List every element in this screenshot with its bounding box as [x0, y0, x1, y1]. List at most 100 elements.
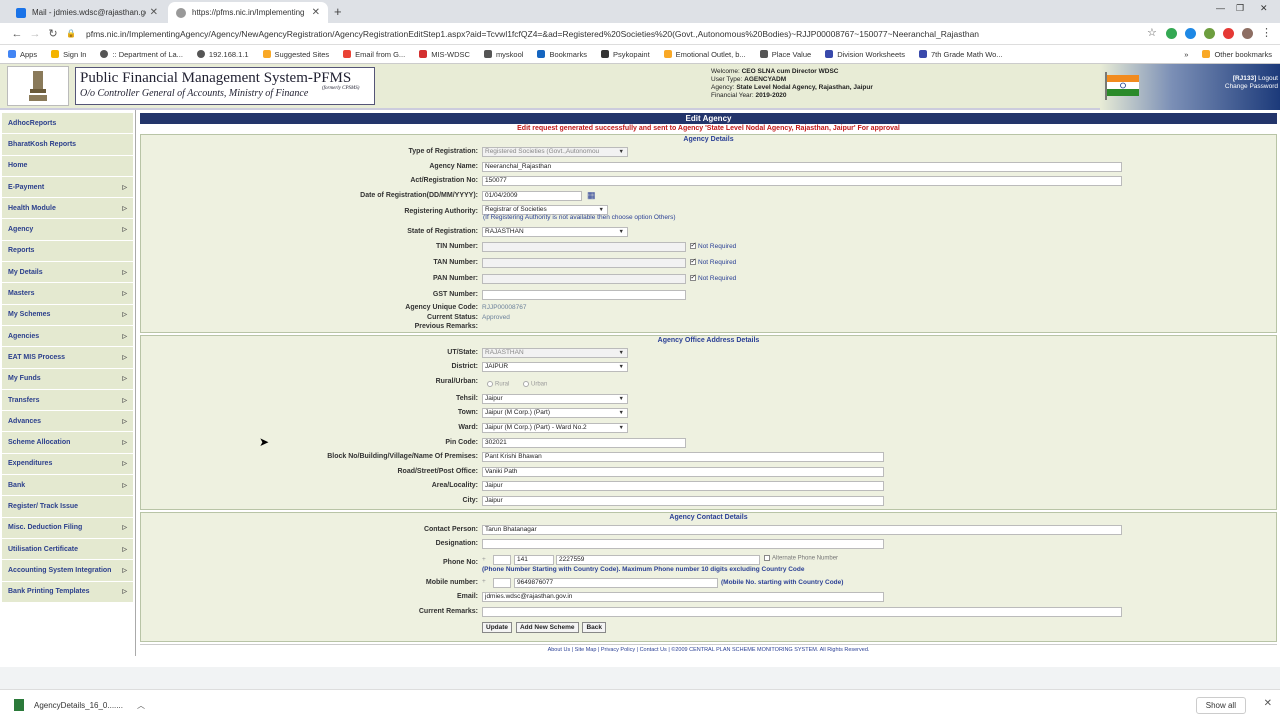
back-icon[interactable]: ← — [8, 28, 26, 40]
extension-icon[interactable] — [1166, 28, 1177, 39]
sidebar-item-my-funds[interactable]: My Funds ▷ — [2, 368, 133, 390]
sidebar-item-bank-printing-templates[interactable]: Bank Printing Templates ▷ — [2, 581, 133, 603]
change-password-link[interactable]: Change Password — [1225, 83, 1278, 90]
agency-name-input[interactable]: Neeranchal_Rajasthan — [482, 161, 1122, 172]
sidebar-item-health-module[interactable]: Health Module ▷ — [2, 198, 133, 220]
tan-input[interactable] — [482, 257, 686, 268]
city-input[interactable]: Jaipur — [482, 495, 884, 506]
menu-icon[interactable]: ⋮ — [1261, 28, 1272, 39]
avatar[interactable] — [1242, 28, 1253, 39]
country-code-input[interactable] — [493, 554, 511, 565]
sidebar-item-register-track-issue[interactable]: Register/ Track Issue — [2, 496, 133, 518]
town-select[interactable]: Jaipur (M Corp.) (Part) — [482, 408, 628, 419]
extension-icon[interactable] — [1223, 28, 1234, 39]
sidebar-item-scheme-allocation[interactable]: Scheme Allocation ▷ — [2, 432, 133, 454]
reload-icon[interactable]: ↻ — [44, 27, 62, 40]
sidebar-item-e-payment[interactable]: E-Payment ▷ — [2, 176, 133, 199]
sidebar-item-bank[interactable]: Bank ▷ — [2, 475, 133, 497]
sidebar-item-expenditures[interactable]: Expenditures ▷ — [2, 453, 133, 476]
phone-input[interactable]: 2227559 — [556, 554, 760, 565]
bookmark-item[interactable]: :: Department of La... — [100, 50, 183, 59]
url-input[interactable]: pfms.nic.in/ImplementingAgency/Agency/Ne… — [80, 25, 1141, 43]
area-input[interactable]: Jaipur — [482, 481, 884, 492]
bookmark-item[interactable]: Suggested Sites — [262, 50, 329, 59]
bookmark-item[interactable]: Place Value — [759, 50, 811, 59]
registration-type-select[interactable]: Registered Societies (Govt.,Autonomou — [482, 147, 628, 157]
pan-input[interactable] — [482, 273, 686, 284]
close-icon[interactable]: ✕ — [1264, 698, 1272, 709]
close-window-icon[interactable]: ✕ — [1260, 3, 1268, 14]
star-icon[interactable]: ☆ — [1147, 28, 1158, 39]
page-footer[interactable]: About Us | Site Map | Privacy Policy | C… — [140, 643, 1277, 654]
mobile-input[interactable]: 9649876077 — [514, 577, 718, 588]
logout-link[interactable]: Logout — [1258, 75, 1278, 82]
chevron-right-icon[interactable]: » — [1184, 50, 1188, 59]
district-select[interactable]: JAIPUR — [482, 362, 628, 373]
browser-tab-mail[interactable]: Mail - jdmies.wdsc@rajasthan.go ✕ — [8, 2, 166, 23]
rural-radio[interactable]: Rural — [487, 380, 509, 387]
extension-icon[interactable] — [1204, 28, 1215, 39]
close-tab-icon[interactable]: ✕ — [312, 7, 320, 18]
bookmark-item[interactable]: MIS-WDSC — [419, 50, 470, 59]
urban-radio[interactable]: Urban — [523, 380, 547, 387]
tan-not-required[interactable]: Not Required — [690, 257, 736, 266]
sidebar-item-accounting-system-integration[interactable]: Accounting System Integration ▷ — [2, 560, 133, 582]
alternate-phone-checkbox[interactable]: Alternate Phone Number — [764, 554, 838, 561]
bookmark-item[interactable]: Division Worksheets — [825, 50, 905, 59]
remarks-input[interactable] — [482, 606, 1122, 617]
bookmark-item[interactable]: 192.168.1.1 — [196, 50, 249, 59]
sidebar-item-misc-deduction-filing[interactable]: Misc. Deduction Filing ▷ — [2, 517, 133, 539]
ward-select[interactable]: Jaipur (M Corp.) (Part) - Ward No.2 — [482, 422, 628, 433]
sidebar-item-my-details[interactable]: My Details ▷ — [2, 262, 133, 284]
bookmark-item[interactable]: Sign In — [51, 50, 86, 59]
sidebar-item-my-schemes[interactable]: My Schemes ▷ — [2, 304, 133, 326]
sidebar-item-agencies[interactable]: Agencies ▷ — [2, 325, 133, 348]
tin-input[interactable] — [482, 241, 686, 252]
tehsil-select[interactable]: Jaipur — [482, 393, 628, 404]
sidebar-item-masters[interactable]: Masters ▷ — [2, 283, 133, 305]
calendar-icon[interactable]: ▦ — [587, 190, 596, 201]
lock-icon[interactable]: 🔒 — [62, 29, 80, 38]
mobile-country-code-input[interactable] — [493, 577, 511, 588]
sidebar-item-reports[interactable]: Reports — [2, 240, 133, 263]
contact-person-input[interactable]: Tarun Bhatanagar — [482, 524, 1122, 535]
std-code-input[interactable]: 141 — [514, 554, 554, 565]
gst-input[interactable] — [482, 289, 686, 300]
tin-not-required[interactable]: Not Required — [690, 241, 736, 250]
browser-tab-pfms[interactable]: https://pfms.nic.in/Implementing ✕ — [168, 2, 328, 23]
new-tab-icon[interactable]: + — [334, 4, 342, 19]
premises-input[interactable]: Pant Krishi Bhawan — [482, 452, 884, 463]
show-all-button[interactable]: Show all — [1195, 697, 1246, 714]
download-file[interactable]: AgencyDetails_16_0....... — [34, 701, 123, 710]
sidebar-item-utilisation-certificate[interactable]: Utilisation Certificate ▷ — [2, 538, 133, 561]
bookmark-item[interactable]: Psykopaint — [600, 50, 650, 59]
road-input[interactable]: Vaniki Path — [482, 466, 884, 477]
sidebar-item-adhocreports[interactable]: AdhocReports — [2, 113, 133, 135]
bookmark-item[interactable]: Email from G... — [343, 50, 405, 59]
add-scheme-button[interactable]: Add New Scheme — [515, 622, 579, 634]
bookmark-item[interactable]: Bookmarks — [537, 50, 587, 59]
email-input[interactable]: jdmies.wdsc@rajasthan.gov.in — [482, 592, 884, 603]
other-bookmarks[interactable]: Other bookmarks — [1202, 50, 1272, 59]
registration-date-input[interactable]: 01/04/2009 — [482, 190, 582, 201]
forward-icon[interactable]: → — [26, 28, 44, 40]
minimize-icon[interactable]: — — [1216, 3, 1225, 13]
sidebar-item-bharatkosh-reports[interactable]: BharatKosh Reports — [2, 134, 133, 156]
pan-not-required[interactable]: Not Required — [690, 273, 736, 282]
restore-icon[interactable]: ❐ — [1236, 3, 1244, 14]
bookmark-item[interactable]: myskool — [483, 50, 523, 59]
bookmark-item[interactable]: 7th Grade Math Wo... — [919, 50, 1003, 59]
back-button[interactable]: Back — [582, 622, 607, 634]
update-button[interactable]: Update — [482, 622, 513, 634]
sidebar-item-advances[interactable]: Advances ▷ — [2, 411, 133, 433]
sidebar-item-transfers[interactable]: Transfers ▷ — [2, 389, 133, 412]
state-select[interactable]: RAJASTHAN — [482, 227, 628, 238]
sidebar-item-eat-mis-process[interactable]: EAT MIS Process ▷ — [2, 347, 133, 369]
extension-icon[interactable] — [1185, 28, 1196, 39]
sidebar-item-agency[interactable]: Agency ▷ — [2, 219, 133, 241]
sidebar-item-home[interactable]: Home — [2, 155, 133, 177]
bookmark-item[interactable]: Emotional Outlet, b... — [663, 50, 746, 59]
bookmark-item[interactable]: Apps — [8, 50, 37, 59]
chevron-up-icon[interactable]: ︿ — [137, 700, 145, 711]
pin-code-input[interactable]: 302021 — [482, 437, 686, 448]
